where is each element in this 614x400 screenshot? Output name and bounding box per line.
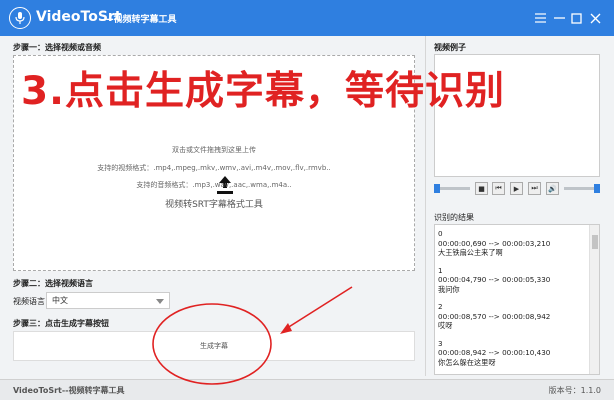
annotation-graphics [152,286,353,385]
highlight-ellipse [152,303,272,385]
annotation-arrowhead [280,323,292,334]
annotation-arrow-line [283,286,353,331]
